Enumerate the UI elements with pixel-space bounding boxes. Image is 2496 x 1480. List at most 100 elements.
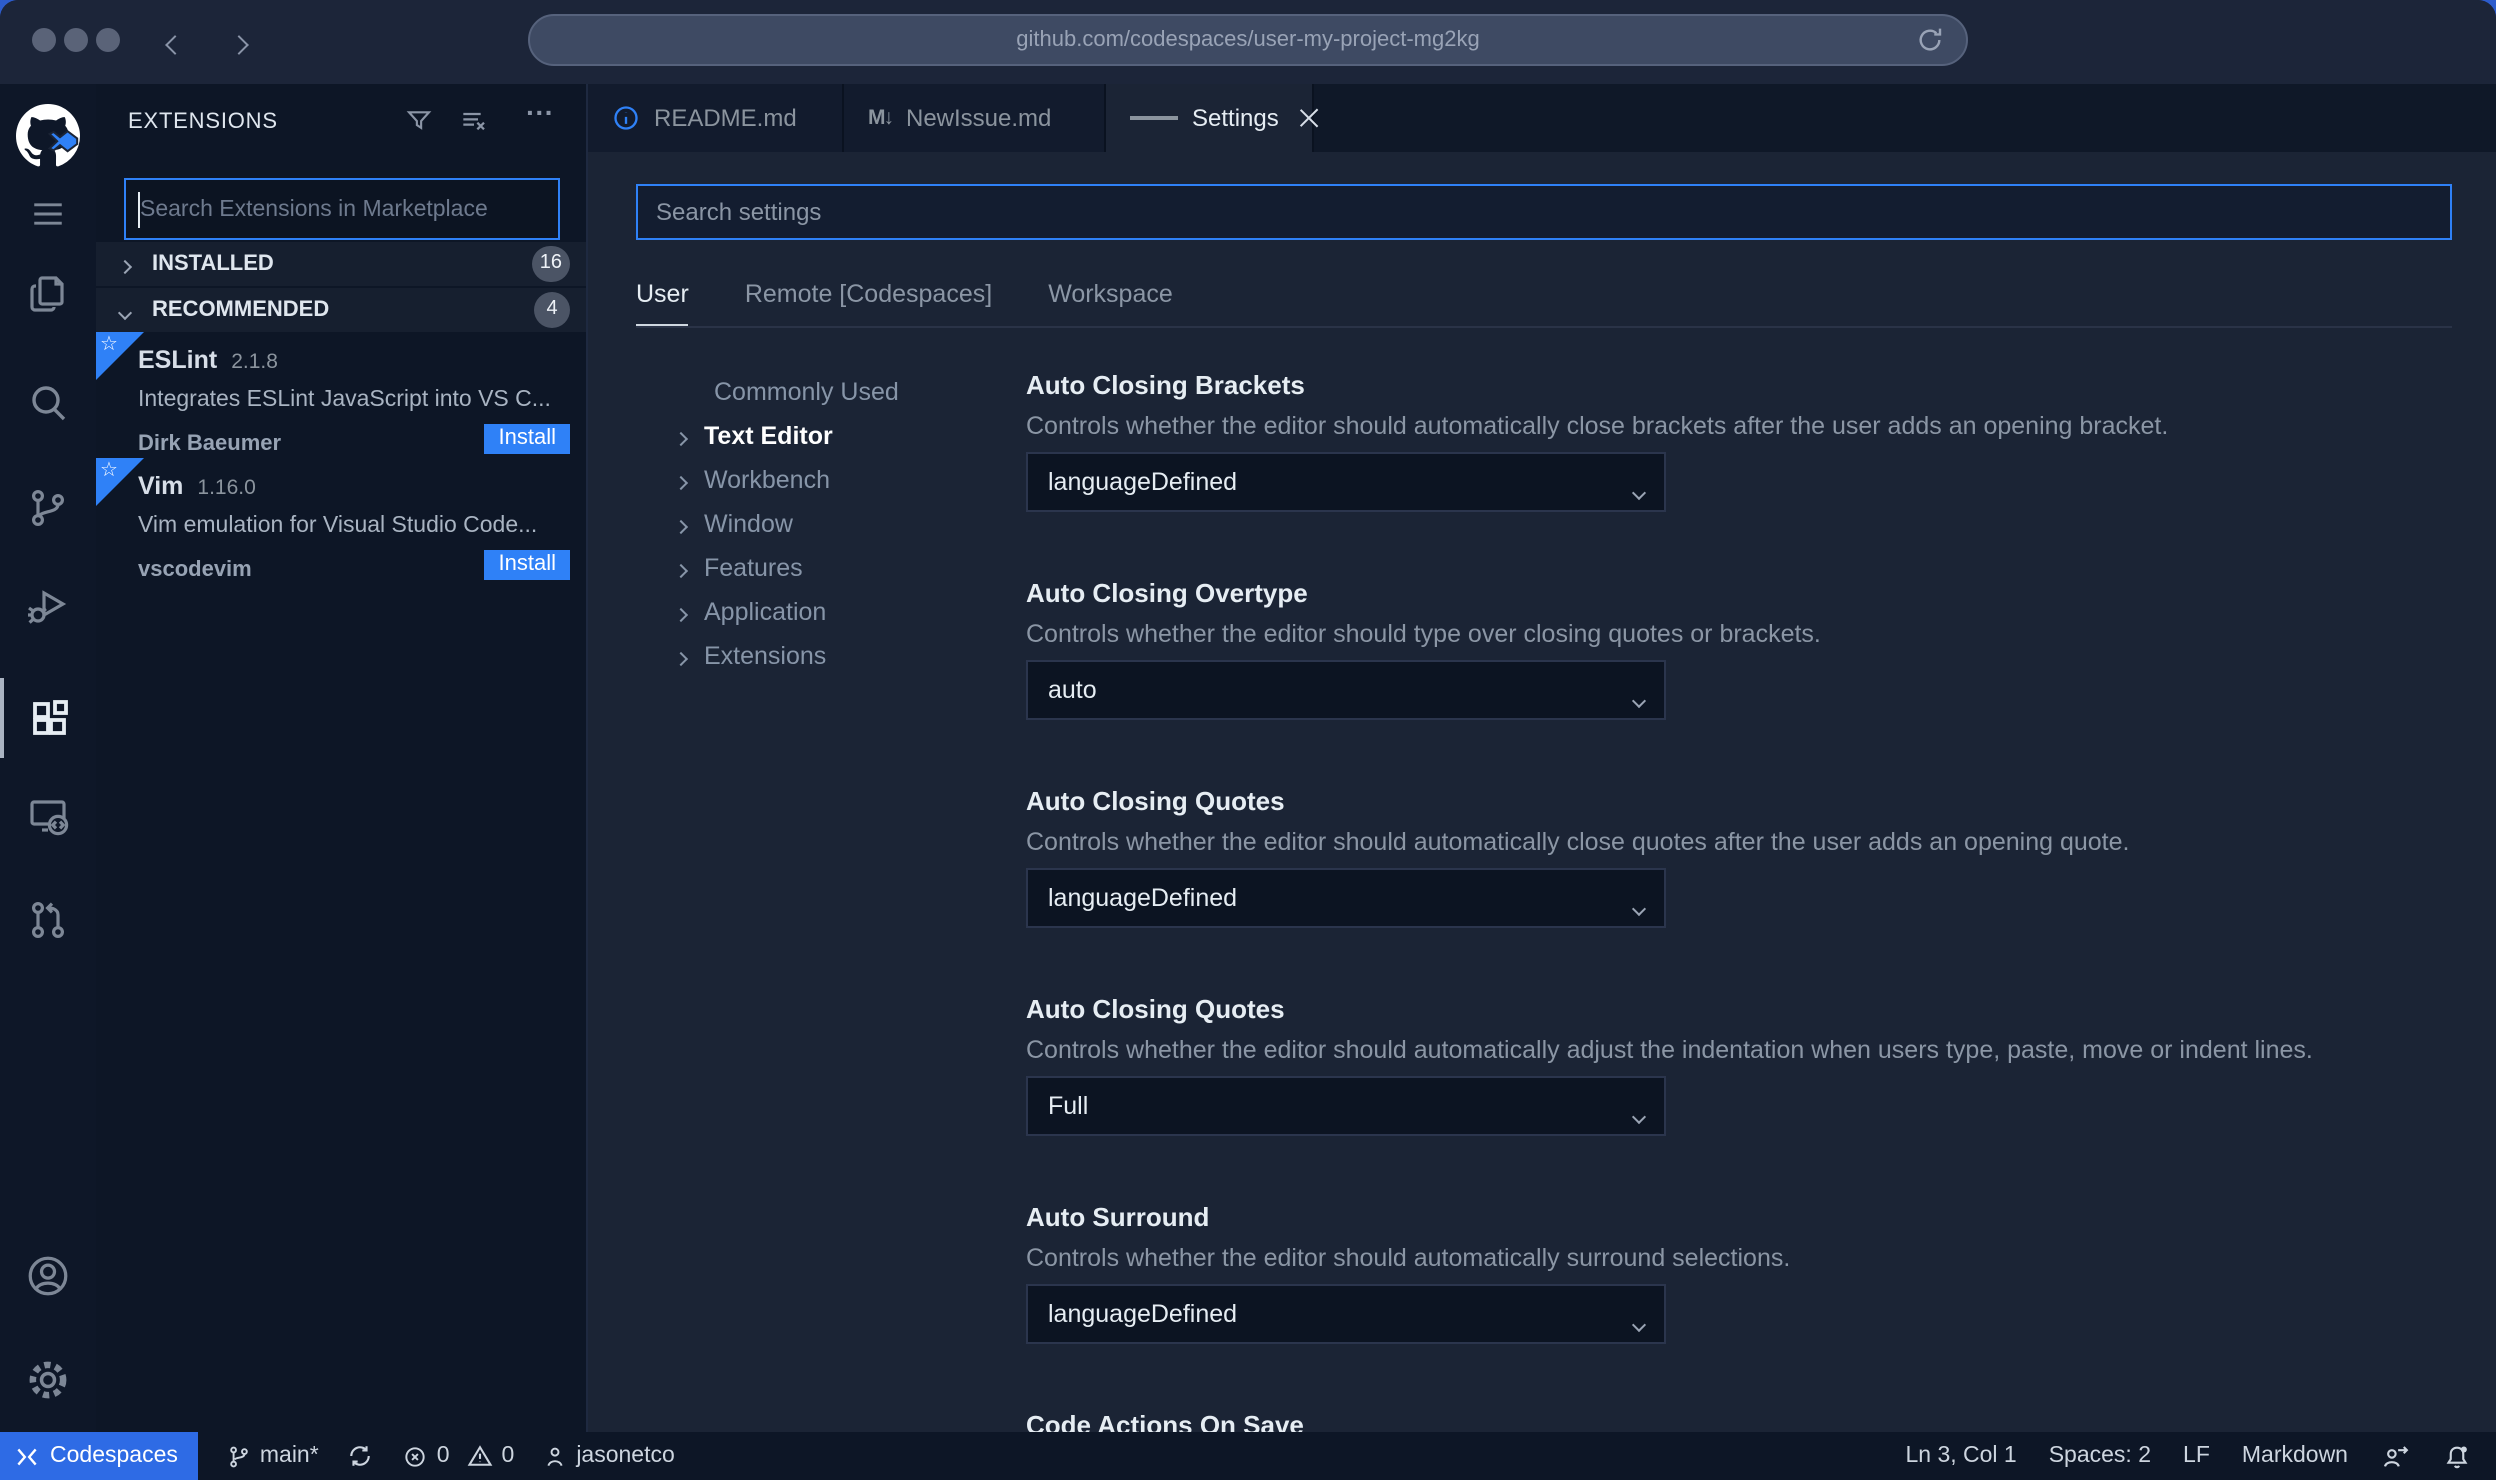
settings-list-icon [1130,113,1178,124]
user-indicator[interactable]: jasonetco [542,1443,675,1469]
browser-back-button[interactable] [165,26,185,62]
settings-gear-icon[interactable] [0,1340,96,1420]
notifications-button[interactable] [2442,1441,2472,1471]
github-codespaces-logo [0,92,96,180]
filter-icon[interactable] [404,106,434,136]
recommended-ribbon: ☆ [96,458,144,506]
feedback-icon [2383,1445,2409,1466]
extension-name: Vim [138,472,184,500]
settings-search-box[interactable] [636,184,2452,240]
bell-icon [2446,1445,2468,1468]
toc-text-editor[interactable]: Text Editor [673,422,833,450]
info-icon [612,104,640,132]
address-bar[interactable]: github.com/codespaces/user-my-project-mg… [528,14,1968,66]
feedback-button[interactable] [2380,1441,2410,1471]
extensions-search-box[interactable] [124,178,560,240]
warnings-icon [467,1445,492,1466]
extensions-icon[interactable] [0,678,96,758]
tab-label: Settings [1192,104,1279,132]
clear-extensions-icon[interactable] [458,106,490,138]
setting-description: Controls whether the editor should autom… [1026,1036,2313,1064]
recommended-section-header[interactable]: RECOMMENDED 4 [96,288,586,332]
more-actions-icon[interactable]: ··· [526,96,554,128]
setting-dropdown[interactable]: languageDefined [1026,868,1666,928]
menu-hamburger-icon[interactable] [0,174,96,254]
problems-indicator[interactable]: 0 0 [403,1442,514,1470]
setting-description: Controls whether the editor should type … [1026,620,1821,648]
toc-application[interactable]: Application [673,598,826,626]
chevron-down-icon [1631,684,1647,712]
extensions-search-input[interactable] [126,180,558,238]
extensions-sidebar: EXTENSIONS ··· INSTALLED 16 REC [96,84,588,1432]
extensions-header: EXTENSIONS ··· [96,84,586,160]
star-icon: ☆ [100,460,118,482]
setting-dropdown[interactable]: auto [1026,660,1666,720]
scope-divider [636,326,2452,328]
search-icon[interactable] [0,362,96,442]
scope-tab-remote[interactable]: Remote [Codespaces] [745,280,992,326]
browser-window: github.com/codespaces/user-my-project-mg… [0,0,2496,1480]
run-debug-icon[interactable] [0,566,96,646]
install-button[interactable]: Install [484,550,570,580]
indentation-indicator[interactable]: Spaces: 2 [2049,1444,2151,1468]
scope-tab-workspace[interactable]: Workspace [1048,280,1173,326]
explorer-icon[interactable] [0,254,96,334]
codespaces-remote-button[interactable]: Codespaces [0,1432,198,1480]
eol-indicator[interactable]: LF [2183,1444,2210,1468]
extensions-title: EXTENSIONS [128,110,278,134]
setting-title: Auto Closing Quotes [1026,786,1285,816]
toc-window[interactable]: Window [673,510,793,538]
setting-description: Controls whether the editor should autom… [1026,1244,1791,1272]
browser-forward-button[interactable] [229,26,249,62]
sync-button[interactable] [347,1442,375,1470]
extension-item-vim[interactable]: ☆ Vim 1.16.0 Vim emulation for Visual Stu… [96,458,586,582]
setting-dropdown[interactable]: languageDefined [1026,452,1666,512]
settings-editor: User Remote [Codespaces] Workspace Commo… [588,152,2496,1432]
toc-extensions[interactable]: Extensions [673,642,826,670]
remote-explorer-icon[interactable] [0,776,96,856]
language-mode[interactable]: Markdown [2242,1444,2348,1468]
extension-version: 2.1.8 [231,350,278,374]
setting-description: Controls whether the editor should autom… [1026,828,2130,856]
toc-features[interactable]: Features [673,554,803,582]
github-pull-request-icon[interactable] [0,880,96,960]
installed-section-header[interactable]: INSTALLED 16 [96,242,586,286]
settings-scope-tabs: User Remote [Codespaces] Workspace [636,280,1173,326]
star-icon: ☆ [100,334,118,356]
window-close-button[interactable] [32,28,56,52]
chevron-right-icon [673,598,704,626]
chevron-down-icon [1631,892,1647,920]
extension-description: Vim emulation for Visual Studio Code... [138,514,538,538]
setting-title: Auto Closing Quotes [1026,994,1285,1024]
account-icon[interactable] [0,1236,96,1316]
window-zoom-button[interactable] [96,28,120,52]
extension-publisher: Dirk Baeumer [138,432,282,456]
chevron-down-icon [1631,1308,1647,1336]
extension-item-eslint[interactable]: ☆ ESLint 2.1.8 Integrates ESLint JavaScri… [96,332,586,458]
install-button[interactable]: Install [484,424,570,454]
tab-newissue[interactable]: M↓ NewIssue.md [844,84,1106,152]
person-icon [547,1446,563,1466]
tab-readme[interactable]: README.md [588,84,844,152]
scope-tab-user[interactable]: User [636,280,689,326]
tab-settings[interactable]: Settings [1106,84,1314,152]
chevron-right-icon [673,510,704,538]
settings-search-input[interactable] [638,186,2450,238]
setting-dropdown[interactable]: Full [1026,1076,1666,1136]
browser-chrome: github.com/codespaces/user-my-project-mg… [0,0,2496,84]
installed-count-badge: 16 [531,246,570,282]
tab-label: NewIssue.md [906,104,1052,132]
source-control-icon[interactable] [0,468,96,548]
setting-dropdown[interactable]: languageDefined [1026,1284,1666,1344]
cursor-position[interactable]: Ln 3, Col 1 [1905,1444,2016,1468]
chevron-down-icon [1631,1100,1647,1128]
chevron-right-icon [108,246,140,282]
toc-workbench[interactable]: Workbench [673,466,830,494]
setting-title: Auto Closing Overtype [1026,578,1308,608]
branch-indicator[interactable]: main* [226,1443,319,1469]
chevron-right-icon [673,642,704,670]
reload-icon[interactable] [1914,24,1946,56]
window-minimize-button[interactable] [64,28,88,52]
toc-commonly-used[interactable]: Commonly Used [676,378,899,406]
text-caret [138,192,140,228]
